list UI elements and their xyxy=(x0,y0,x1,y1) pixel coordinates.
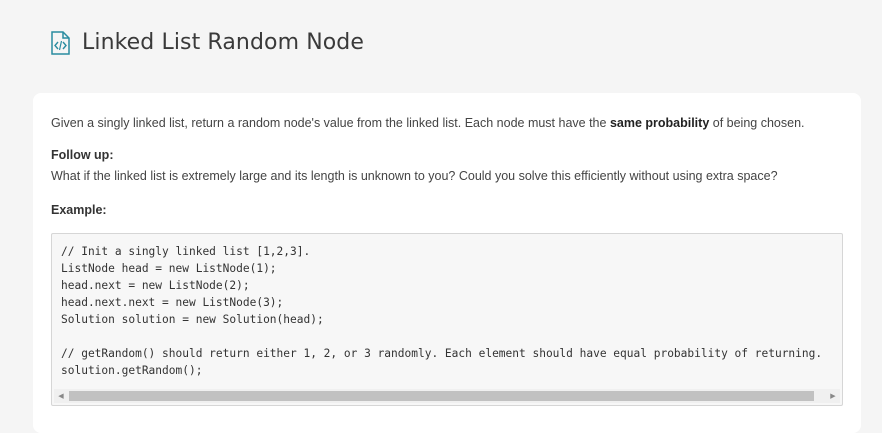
description-emphasis: same probability xyxy=(609,116,710,130)
scroll-right-arrow-icon[interactable]: ▶ xyxy=(826,389,840,403)
problem-card: Given a singly linked list, return a ran… xyxy=(33,93,861,433)
scroll-left-arrow-icon[interactable]: ◀ xyxy=(54,389,68,403)
description-text-end: of being chosen. xyxy=(709,116,805,130)
follow-up-heading: Follow up: xyxy=(51,148,114,162)
code-text: // Init a singly linked list [1,2,3]. Li… xyxy=(61,245,823,377)
example-heading: Example: xyxy=(51,203,107,217)
problem-description: Given a singly linked list, return a ran… xyxy=(51,115,841,131)
page-title: Linked List Random Node xyxy=(82,30,365,55)
code-file-icon xyxy=(50,30,70,55)
follow-up-text: What if the linked list is extremely lar… xyxy=(51,169,778,183)
code-block[interactable]: // Init a singly linked list [1,2,3]. Li… xyxy=(51,233,843,406)
page-header: Linked List Random Node xyxy=(50,30,364,55)
description-text: Given a singly linked list, return a ran… xyxy=(51,116,610,130)
horizontal-scrollbar[interactable]: ◀ ▶ xyxy=(54,389,840,403)
scrollbar-thumb[interactable] xyxy=(69,391,814,401)
